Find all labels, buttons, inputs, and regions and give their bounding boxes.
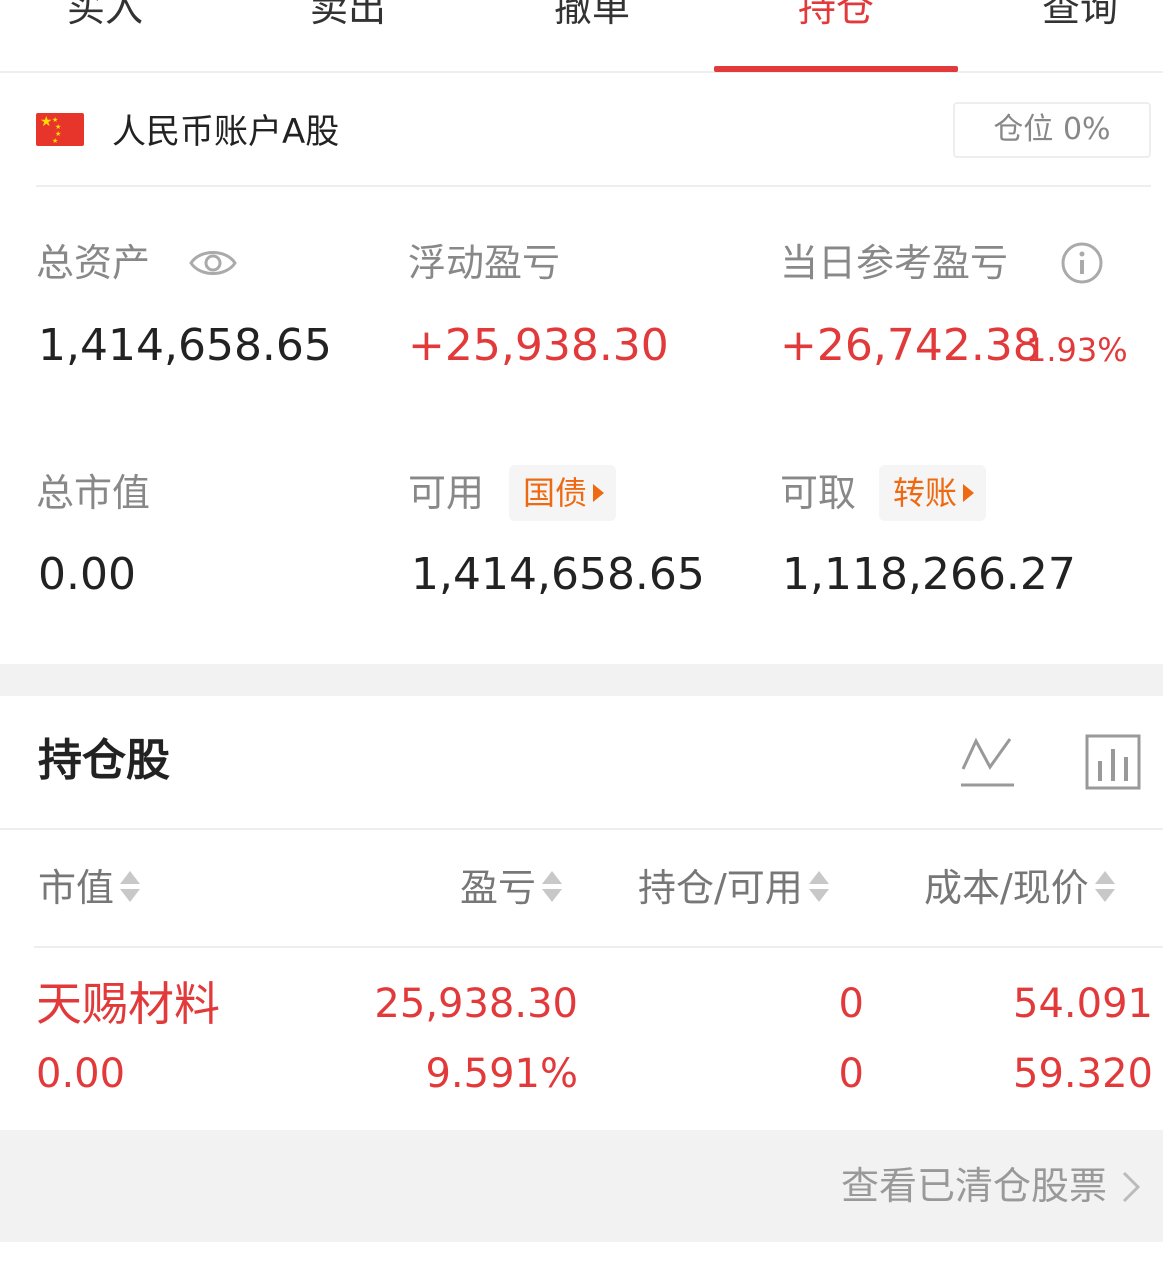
trend-chart-icon[interactable]: [958, 733, 1016, 791]
market-value-value: 0.00: [38, 549, 136, 600]
tab-buy[interactable]: 买入: [0, 0, 227, 38]
stock-pl: 25,938.30: [374, 981, 578, 1027]
stock-available: 0: [838, 1051, 864, 1097]
transfer-button[interactable]: 转账: [879, 465, 987, 521]
daily-pl-label: 当日参考盈亏: [780, 241, 1009, 285]
cleared-stocks-link[interactable]: 查看已清仓股票: [841, 1158, 1107, 1214]
divider: [0, 828, 1163, 830]
sort-icon: [118, 867, 142, 907]
info-icon[interactable]: [1060, 241, 1104, 285]
column-pl-label: 盈亏: [460, 866, 537, 910]
market-value-label: 总市值: [36, 471, 151, 515]
tab-sell[interactable]: 卖出: [226, 0, 470, 38]
holdings-title: 持仓股: [38, 735, 170, 786]
stock-price: 59.320: [1013, 1051, 1153, 1097]
stock-pl-percent: 9.591%: [425, 1051, 578, 1097]
treasury-bond-button[interactable]: 国债: [509, 465, 617, 521]
divider: [34, 946, 1163, 948]
total-assets-value: 1,414,658.65: [38, 320, 332, 371]
floating-pl-label: 浮动盈亏: [408, 241, 561, 285]
eye-icon[interactable]: [188, 245, 238, 281]
chevron-right-icon: [1122, 1171, 1141, 1203]
section-gap: [0, 664, 1163, 696]
tab-cancel[interactable]: 撤单: [470, 0, 714, 38]
trade-tabs: 买入 卖出 撤单 持仓 查询: [0, 0, 1163, 73]
sort-icon: [1093, 867, 1117, 907]
stock-market-value: 0.00: [36, 1051, 126, 1097]
column-market-value[interactable]: 市值: [38, 860, 142, 916]
sort-icon: [807, 867, 831, 907]
bar-chart-icon[interactable]: [1084, 733, 1142, 791]
available-label: 可用: [408, 471, 485, 515]
column-pl[interactable]: 盈亏: [460, 860, 564, 916]
daily-pl-value: +26,742.38: [780, 320, 1041, 371]
account-row: ★ ★ ★ ★ ★ 人民币账户A股 仓位 0%: [36, 95, 1151, 187]
floating-pl-value: +25,938.30: [408, 320, 669, 371]
column-cost-price-label: 成本/现价: [924, 866, 1089, 910]
column-cost-price[interactable]: 成本/现价: [924, 860, 1117, 916]
china-flag-icon: ★ ★ ★ ★ ★: [36, 113, 84, 146]
position-ratio-badge: 仓位 0%: [953, 102, 1151, 158]
daily-pl-percent: 1.93%: [1026, 331, 1128, 369]
transfer-label: 转账: [893, 474, 958, 512]
column-position-label: 持仓/可用: [638, 866, 803, 910]
play-arrow-icon: [963, 484, 975, 502]
available-value: 1,414,658.65: [411, 549, 705, 600]
active-tab-indicator: [714, 66, 958, 72]
cleared-stocks-bar[interactable]: 查看已清仓股票: [0, 1130, 1163, 1242]
total-assets-label: 总资产: [36, 241, 151, 285]
withdrawable-value: 1,118,266.27: [782, 549, 1076, 600]
tab-holdings[interactable]: 持仓: [714, 0, 958, 38]
tab-query[interactable]: 查询: [958, 0, 1163, 38]
stock-cost: 54.091: [1013, 981, 1153, 1027]
column-market-value-label: 市值: [38, 866, 115, 910]
sort-icon: [540, 867, 564, 907]
stock-position: 0: [838, 981, 864, 1027]
play-arrow-icon: [593, 484, 605, 502]
withdrawable-label: 可取: [780, 471, 857, 515]
account-name[interactable]: 人民币账户A股: [112, 107, 339, 157]
column-position[interactable]: 持仓/可用: [638, 860, 831, 916]
stock-name: 天赐材料: [36, 977, 220, 1031]
treasury-bond-label: 国债: [523, 474, 588, 512]
